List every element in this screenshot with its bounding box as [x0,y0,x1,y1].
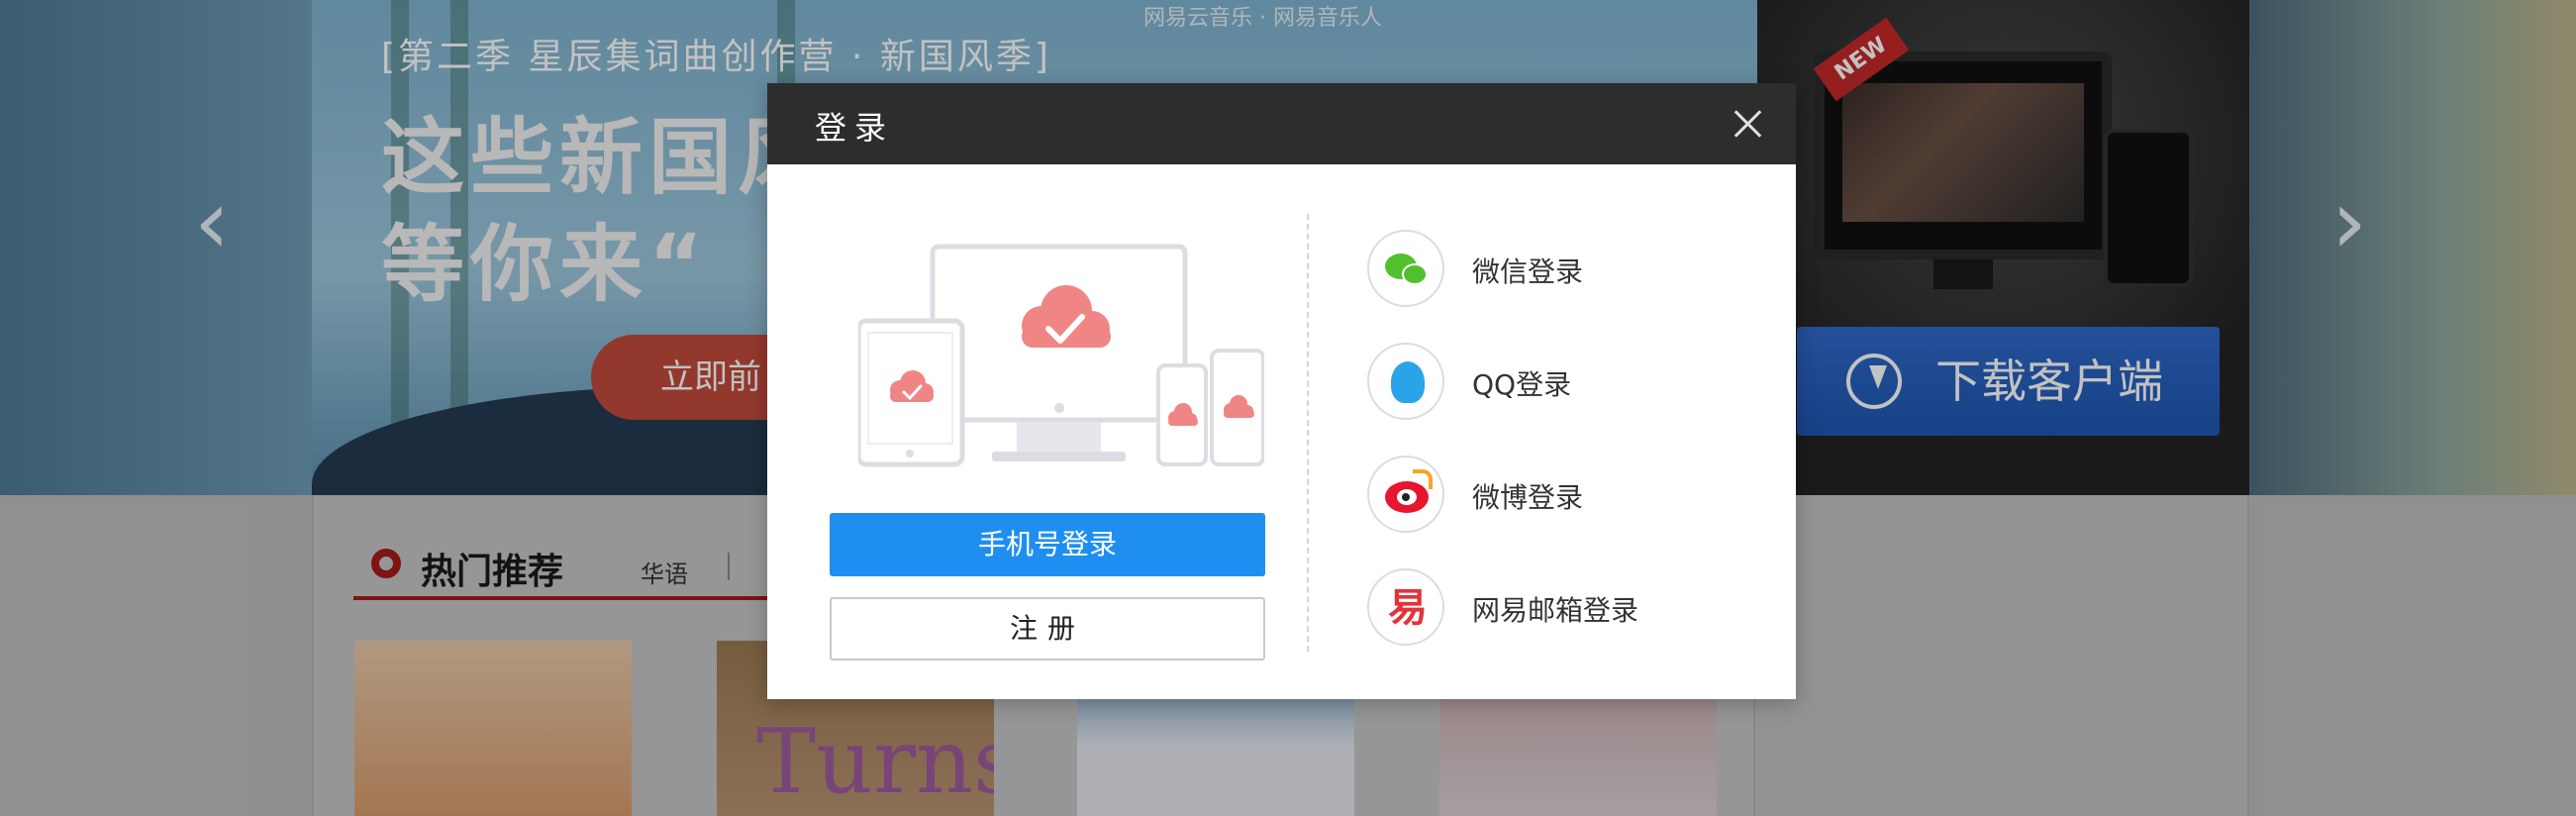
weibo-login-label: 微博登录 [1472,481,1584,514]
dialog-divider [1307,214,1309,652]
weibo-signal [1413,469,1433,489]
netease-icon: 易 [1367,568,1444,646]
qq-icon [1367,343,1444,420]
dialog-title: 登录 [815,109,895,147]
wechat-login-label: 微信登录 [1472,255,1584,288]
devices-cloud-illustration [858,244,1264,467]
phone-login-button[interactable]: 手机号登录 [830,513,1265,576]
qq-login-label: QQ登录 [1472,368,1572,401]
wechat-bubble-small [1402,263,1428,285]
register-button[interactable]: 注册 [830,597,1265,661]
weibo-icon [1367,456,1444,533]
qq-login-option[interactable]: QQ登录 [1367,343,1763,422]
netease-email-login-label: 网易邮箱登录 [1472,594,1639,627]
netease-email-login-option[interactable]: 易 网易邮箱登录 [1367,568,1763,648]
wechat-icon [1367,230,1444,307]
netease-glyph: 易 [1388,585,1428,631]
close-icon[interactable] [1734,109,1763,139]
weibo-eye [1402,493,1410,501]
weibo-login-option[interactable]: 微博登录 [1367,456,1763,535]
dialog-header: 登录 [767,83,1796,164]
wechat-login-option[interactable]: 微信登录 [1367,230,1763,309]
qq-penguin-shape [1391,361,1425,403]
login-dialog: 登录 手机号登录 注册 微信登录 QQ登录 微博登录 易 网易邮箱登录 [767,83,1796,699]
